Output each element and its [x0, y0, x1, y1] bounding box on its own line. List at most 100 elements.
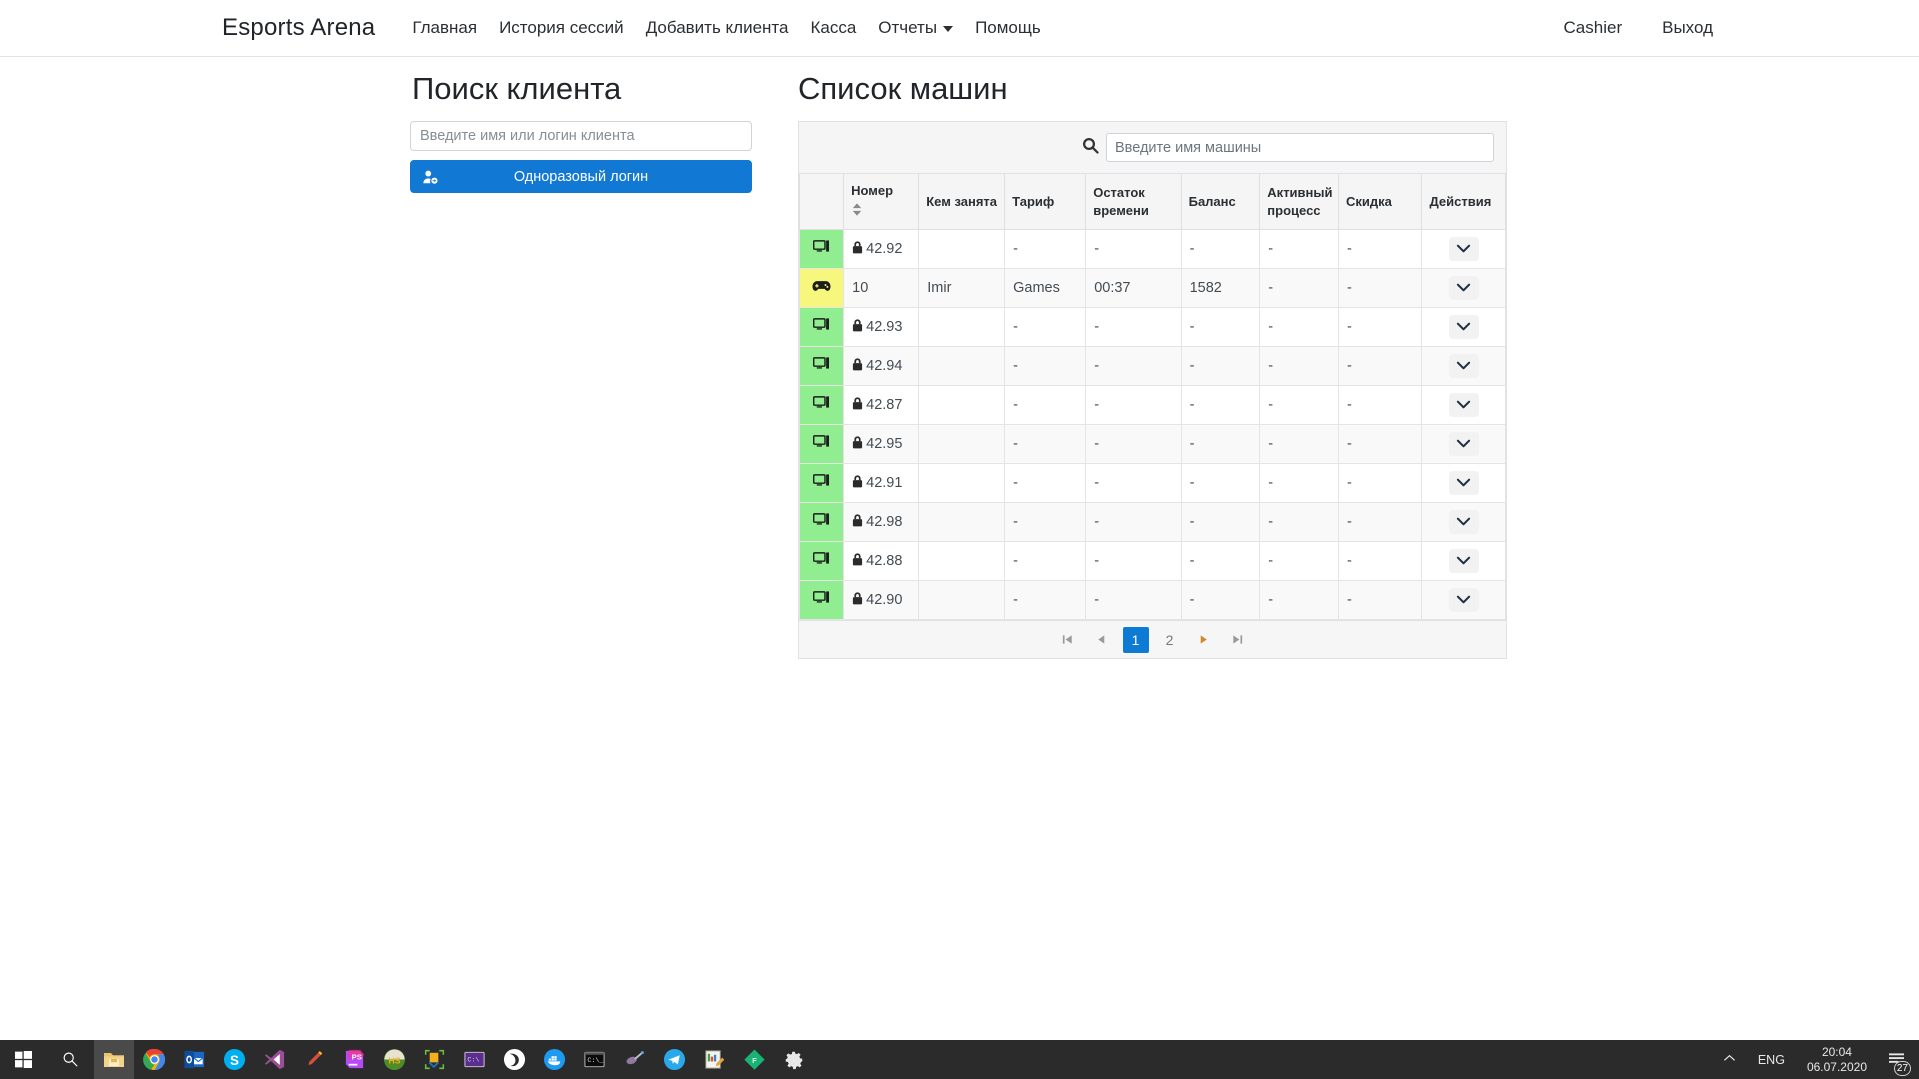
windows-start-icon[interactable] [0, 1040, 46, 1079]
client-search-input[interactable] [410, 121, 752, 151]
docker-icon[interactable] [534, 1040, 574, 1079]
cell-discount: - [1339, 464, 1422, 503]
tray-expand-chevron-icon[interactable] [1711, 1054, 1748, 1066]
pagination-page-2[interactable]: 2 [1157, 627, 1183, 653]
table-row[interactable]: 42.91----- [800, 464, 1506, 503]
sort-arrows-icon[interactable] [851, 202, 863, 217]
row-actions-button[interactable] [1449, 510, 1479, 534]
cell-number: 42.98 [844, 503, 919, 542]
machine-status-cell[interactable] [800, 347, 844, 386]
nav-link-help[interactable]: Помощь [964, 18, 1052, 38]
cmd-icon[interactable]: C:\_ [574, 1040, 614, 1079]
table-row[interactable]: 42.88----- [800, 542, 1506, 581]
nav-link-user[interactable]: Cashier [1544, 18, 1643, 38]
machines-toolbar [799, 122, 1506, 174]
nav-link-cash[interactable]: Касса [799, 18, 867, 38]
pagination-first-button[interactable] [1055, 627, 1081, 653]
pagination-prev-button[interactable] [1089, 627, 1115, 653]
pen-icon[interactable] [294, 1040, 334, 1079]
fork-icon[interactable]: F [734, 1040, 774, 1079]
cell-time-left: - [1086, 581, 1181, 620]
th-active-process-label: Активный процесс [1267, 185, 1332, 218]
chrome-icon[interactable] [134, 1040, 174, 1079]
table-row[interactable]: 42.98----- [800, 503, 1506, 542]
pagination-next-button[interactable] [1191, 627, 1217, 653]
row-actions-button[interactable] [1449, 471, 1479, 495]
row-actions-button[interactable] [1449, 588, 1479, 612]
telegram-icon[interactable] [654, 1040, 694, 1079]
machine-status-cell[interactable] [800, 581, 844, 620]
row-actions-button[interactable] [1449, 276, 1479, 300]
machine-status-cell[interactable] [800, 464, 844, 503]
row-actions-button[interactable] [1449, 354, 1479, 378]
cell-discount: - [1339, 308, 1422, 347]
machine-status-cell[interactable] [800, 386, 844, 425]
app-brand[interactable]: Esports Arena [222, 14, 375, 42]
row-actions-button[interactable] [1449, 237, 1479, 261]
cell-active-process: - [1260, 386, 1339, 425]
taskbar-search-icon[interactable] [46, 1040, 94, 1079]
settings-gear-icon[interactable] [774, 1040, 814, 1079]
svg-text:S: S [230, 1053, 239, 1068]
machine-status-cell[interactable] [800, 230, 844, 269]
machine-status-cell[interactable] [800, 503, 844, 542]
cell-active-process: - [1260, 308, 1339, 347]
machine-number-label: 42.95 [866, 436, 902, 452]
machines-title: Список машин [798, 70, 1507, 107]
table-row[interactable]: 42.94----- [800, 347, 1506, 386]
nav-link-logout-label: Выход [1662, 18, 1713, 37]
nav-link-reports[interactable]: Отчеты [867, 18, 964, 38]
row-actions-button[interactable] [1449, 549, 1479, 573]
machine-search-input[interactable] [1106, 133, 1494, 162]
nav-link-sessions-history[interactable]: История сессий [488, 18, 635, 38]
cell-balance: - [1181, 425, 1260, 464]
table-row[interactable]: 42.95----- [800, 425, 1506, 464]
skype-icon[interactable]: S [214, 1040, 254, 1079]
outlook-icon[interactable] [174, 1040, 214, 1079]
cell-number: 42.94 [844, 347, 919, 386]
visual-studio-icon[interactable] [254, 1040, 294, 1079]
table-row[interactable]: 10ImirGames00:371582-- [800, 269, 1506, 308]
machine-status-cell[interactable] [800, 542, 844, 581]
table-row[interactable]: 42.93----- [800, 308, 1506, 347]
hearthstone-icon[interactable]: HS [374, 1040, 414, 1079]
machine-status-cell[interactable] [800, 308, 844, 347]
th-balance-label: Баланс [1189, 194, 1236, 209]
th-number[interactable]: Номер [844, 174, 919, 230]
phpstorm-icon[interactable]: PS [334, 1040, 374, 1079]
machines-table-body: 42.92-----10ImirGames00:371582--42.93---… [800, 230, 1506, 620]
cell-active-process: - [1260, 230, 1339, 269]
row-actions-button[interactable] [1449, 315, 1479, 339]
th-actions: Действия [1422, 174, 1506, 230]
pagination-last-button[interactable] [1225, 627, 1251, 653]
file-explorer-icon[interactable] [94, 1040, 134, 1079]
tray-language[interactable]: ENG [1748, 1053, 1795, 1067]
notifications-icon[interactable]: 27 [1879, 1040, 1913, 1079]
gitkraken-icon[interactable] [494, 1040, 534, 1079]
table-row[interactable]: 42.90----- [800, 581, 1506, 620]
row-actions-button[interactable] [1449, 393, 1479, 417]
client-search-panel: Поиск клиента Одноразовый логин [410, 70, 790, 659]
nav-link-add-client[interactable]: Добавить клиента [635, 18, 800, 38]
nav-link-logout[interactable]: Выход [1642, 18, 1733, 38]
cell-actions [1422, 386, 1506, 425]
cell-actions [1422, 581, 1506, 620]
machine-status-cell[interactable] [800, 269, 844, 308]
one-time-login-button[interactable]: Одноразовый логин [410, 160, 752, 193]
machine-status-cell[interactable] [800, 425, 844, 464]
page-content: Поиск клиента Одноразовый логин Список м… [0, 57, 1919, 659]
cell-balance: - [1181, 581, 1260, 620]
pagination-page-1[interactable]: 1 [1123, 627, 1149, 653]
terminal-purple-icon[interactable]: C:\ [454, 1040, 494, 1079]
cell-discount: - [1339, 269, 1422, 308]
monitor-icon [813, 438, 831, 454]
nav-link-home[interactable]: Главная [401, 18, 488, 38]
tray-clock[interactable]: 20:04 06.07.2020 [1795, 1045, 1879, 1075]
cell-actions [1422, 464, 1506, 503]
row-actions-button[interactable] [1449, 432, 1479, 456]
table-row[interactable]: 42.92----- [800, 230, 1506, 269]
editor-icon[interactable] [694, 1040, 734, 1079]
snip-tool-icon[interactable] [414, 1040, 454, 1079]
directx-icon[interactable] [614, 1040, 654, 1079]
table-row[interactable]: 42.87----- [800, 386, 1506, 425]
